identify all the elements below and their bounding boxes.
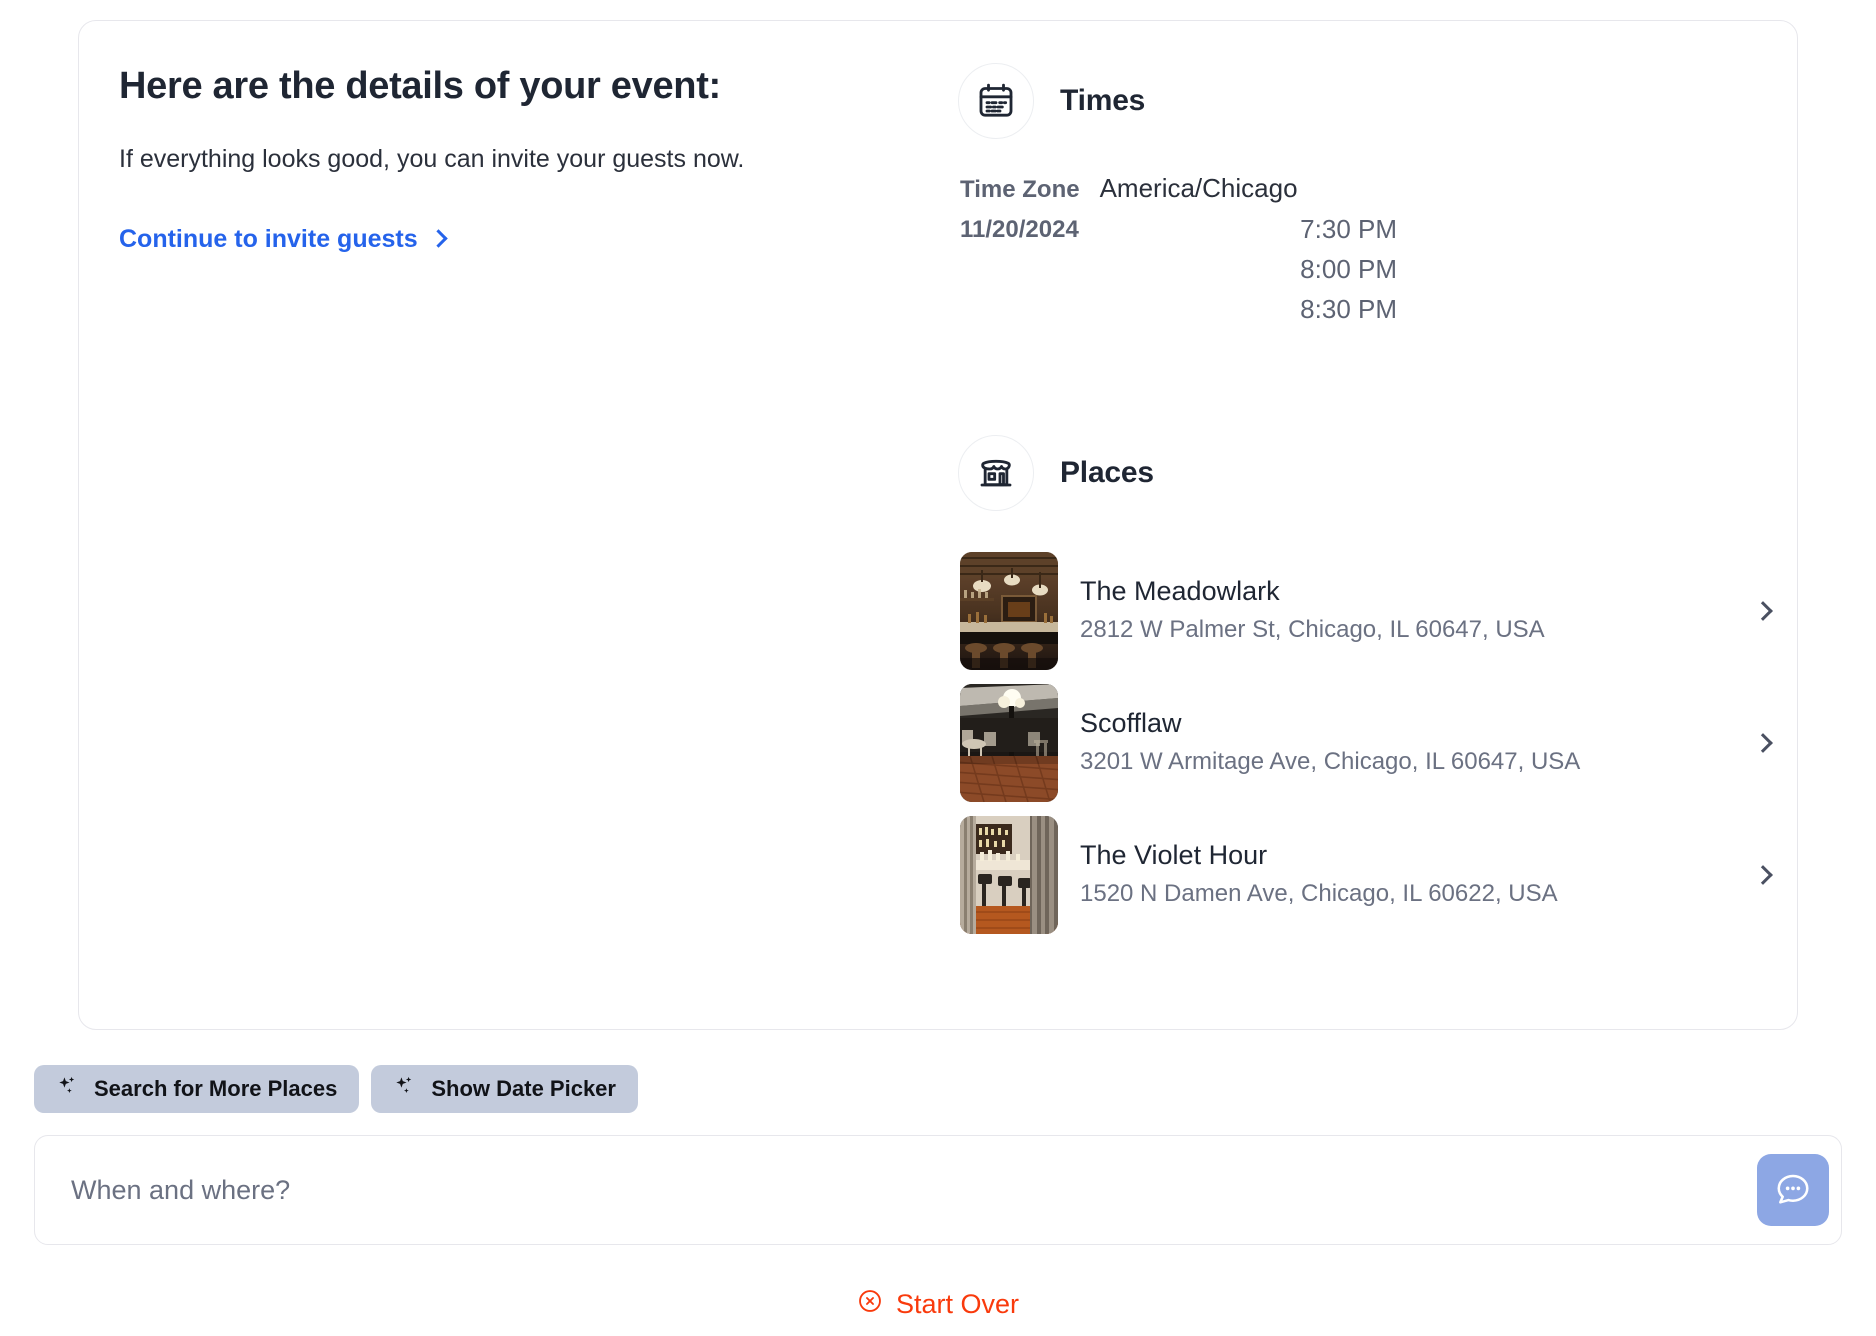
chat-input[interactable] (71, 1136, 1757, 1244)
event-date-label: 11/20/2024 (960, 216, 1079, 243)
times-section-title: Times (1060, 84, 1146, 117)
event-details-card: Here are the details of your event: If e… (78, 20, 1798, 1030)
place-thumbnail (960, 816, 1058, 934)
time-slot-list: 7:30 PM 8:00 PM 8:30 PM (1300, 214, 1777, 325)
footer: Start Over (0, 1288, 1876, 1321)
chevron-right-icon[interactable] (1749, 865, 1777, 885)
chevron-right-icon[interactable] (1749, 601, 1777, 621)
calendar-icon (958, 63, 1034, 139)
card-subtext: If everything looks good, you can invite… (119, 144, 745, 173)
app-root: Here are the details of your event: If e… (0, 0, 1876, 1336)
suggestion-pills: Search for More Places Show Date Picker (34, 1065, 638, 1113)
pill-label: Show Date Picker (431, 1076, 616, 1101)
circle-x-icon (857, 1288, 883, 1321)
continue-to-invite-guests-link[interactable]: Continue to invite guests (119, 225, 448, 254)
places-section-header: Places (958, 435, 1777, 511)
times-body: Time Zone America/Chicago 11/20/2024 7:3… (958, 173, 1777, 325)
place-thumbnail (960, 684, 1058, 802)
chevron-right-icon (428, 229, 448, 248)
list-item[interactable]: The Violet Hour 1520 N Damen Ave, Chicag… (960, 809, 1777, 941)
place-address: 2812 W Palmer St, Chicago, IL 60647, USA (1080, 616, 1545, 644)
list-item[interactable]: The Meadowlark 2812 W Palmer St, Chicago… (960, 545, 1777, 677)
sparkles-icon (56, 1075, 78, 1103)
time-slot: 8:00 PM (1300, 254, 1397, 284)
place-name: The Violet Hour (1080, 840, 1268, 871)
time-slot: 8:30 PM (1300, 294, 1397, 324)
sparkles-icon (393, 1075, 415, 1103)
page-title: Here are the details of your event: (119, 65, 721, 107)
search-for-more-places-button[interactable]: Search for More Places (34, 1065, 360, 1113)
message-composer (34, 1135, 1842, 1245)
start-over-label: Start Over (895, 1289, 1020, 1319)
place-text: Scofflaw 3201 W Armitage Ave, Chicago, I… (1080, 706, 1727, 780)
start-over-button[interactable]: Start Over (857, 1288, 1019, 1321)
list-item[interactable]: Scofflaw 3201 W Armitage Ave, Chicago, I… (960, 677, 1777, 809)
place-thumbnail (960, 552, 1058, 670)
place-name: The Meadowlark (1080, 576, 1280, 607)
storefront-icon (958, 435, 1034, 511)
place-address: 3201 W Armitage Ave, Chicago, IL 60647, … (1080, 748, 1581, 776)
place-text: The Violet Hour 1520 N Damen Ave, Chicag… (1080, 838, 1727, 912)
timezone-label: Time Zone (960, 176, 1080, 203)
chevron-right-icon[interactable] (1749, 733, 1777, 753)
time-slot: 7:30 PM (1300, 214, 1397, 244)
pill-label: Search for More Places (94, 1076, 338, 1101)
times-section-header: Times (958, 63, 1777, 139)
places-section-title: Places (1060, 456, 1154, 489)
place-address: 1520 N Damen Ave, Chicago, IL 60622, USA (1080, 880, 1558, 908)
timezone-row: Time Zone America/Chicago (960, 173, 1777, 204)
places-list: The Meadowlark 2812 W Palmer St, Chicago… (958, 545, 1777, 941)
show-date-picker-button[interactable]: Show Date Picker (371, 1065, 638, 1113)
date-times-row: 11/20/2024 7:30 PM 8:00 PM 8:30 PM (960, 214, 1777, 325)
timezone-value: America/Chicago (1099, 173, 1298, 203)
send-message-button[interactable] (1757, 1154, 1829, 1226)
chat-bubble-icon (1774, 1170, 1812, 1211)
card-left-column: Here are the details of your event: If e… (79, 63, 958, 1029)
invite-link-label: Continue to invite guests (119, 225, 418, 253)
card-right-column: Times Time Zone America/Chicago 11/20/20… (958, 63, 1797, 1029)
place-text: The Meadowlark 2812 W Palmer St, Chicago… (1080, 574, 1727, 648)
place-name: Scofflaw (1080, 708, 1182, 739)
